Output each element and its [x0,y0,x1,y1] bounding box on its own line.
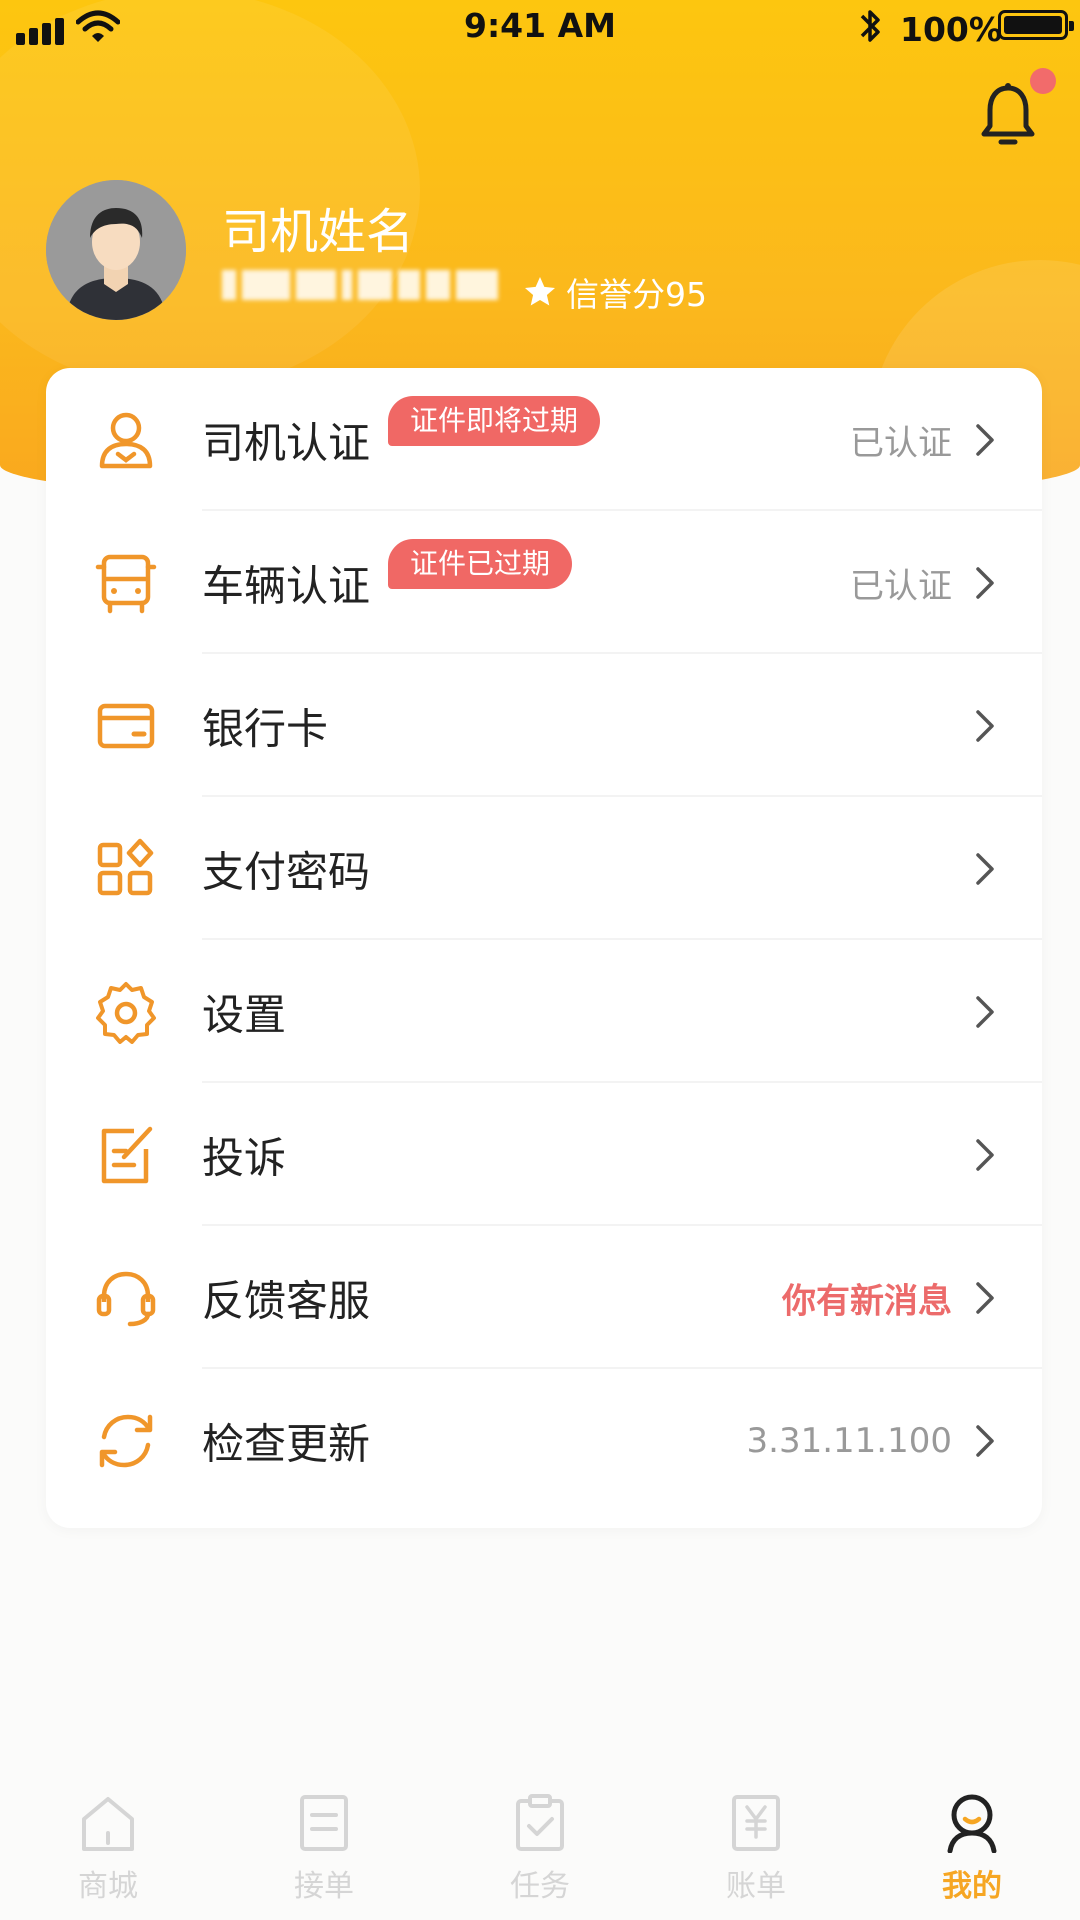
menu-item-driver-certification[interactable]: 司机认证 证件即将过期 已认证 [46,368,1042,511]
chevron-right-icon [976,423,994,456]
tab-label: 账单 [726,1869,786,1904]
tab-label: 商城 [78,1869,138,1904]
refresh-icon [99,1414,153,1467]
expired-badge: 证件已过期 [388,539,573,589]
bell-icon[interactable] [978,80,1038,155]
menu-item-settings[interactable]: 设置 [46,940,1042,1083]
menu-item-complaint[interactable]: 投诉 [46,1083,1042,1226]
new-message-notice: 你有新消息 [782,1281,952,1321]
headset-icon [96,1271,156,1326]
menu-item-vehicle-certification[interactable]: 车辆认证 证件已过期 已认证 [46,511,1042,654]
list-icon [300,1795,348,1851]
notification-dot [1030,68,1056,94]
battery-percent: 100% [900,10,1002,49]
tab-label: 任务 [510,1869,570,1904]
bus-icon [95,554,157,613]
menu-item-customer-service[interactable]: 反馈客服 你有新消息 [46,1226,1042,1369]
bluetooth-icon [860,10,880,42]
menu-item-label: 检查更新 [202,1419,371,1468]
menu-item-label: 支付密码 [202,847,371,896]
tab-tasks[interactable]: 任务 [432,1765,648,1920]
status-bar: 9:41 AM 100% [0,0,1080,56]
star-icon [525,277,555,306]
grid-apps-icon [97,838,154,895]
gear-icon [96,981,156,1044]
battery-icon [998,10,1074,40]
menu-item-label: 司机认证 [202,418,371,467]
tab-label: 接单 [294,1869,354,1904]
menu-item-label: 银行卡 [202,704,329,753]
masked-phone-number [222,270,504,306]
home-icon [82,1797,134,1851]
tab-mine[interactable]: 我的 [864,1765,1080,1920]
credit-score: 信誉分95 [522,268,707,316]
driver-name: 司机姓名 [222,204,415,260]
menu-item-label: 反馈客服 [202,1276,371,1325]
chevron-right-icon [976,1138,994,1171]
menu-item-bank-card[interactable]: 银行卡 [46,654,1042,797]
yuan-bill-icon [732,1795,780,1851]
menu-item-label: 投诉 [202,1133,287,1182]
chevron-right-icon [976,709,994,742]
chevron-right-icon [976,1281,994,1314]
chevron-right-icon [976,1424,994,1457]
tab-bills[interactable]: 账单 [648,1765,864,1920]
chevron-right-icon [976,995,994,1028]
bank-card-icon [97,703,155,748]
edit-note-icon [101,1126,153,1183]
menu-item-label: 设置 [202,990,287,1039]
tab-orders[interactable]: 接单 [216,1765,432,1920]
tab-mall[interactable]: 商城 [0,1765,216,1920]
menu-item-check-update[interactable]: 检查更新 3.31.11.100 [46,1369,1042,1512]
menu-item-value: 已认证 [850,566,952,606]
menu-item-value: 已认证 [850,423,952,463]
expiry-warning-badge: 证件即将过期 [388,396,601,446]
bottom-tab-bar: 商城 接单 任务 账单 我的 [0,1765,1080,1920]
chevron-right-icon [976,852,994,885]
clipboard-check-icon [516,1794,564,1851]
avatar[interactable] [46,180,186,320]
driver-person-icon [99,412,153,468]
user-icon [947,1794,997,1853]
menu-item-payment-password[interactable]: 支付密码 [46,797,1042,940]
tab-label: 我的 [942,1869,1002,1904]
menu-item-label: 车辆认证 [202,561,371,610]
app-version: 3.31.11.100 [746,1420,952,1461]
chevron-right-icon [976,566,994,599]
credit-score-text: 信誉分95 [566,275,707,314]
settings-menu-card: 司机认证 证件即将过期 已认证 车辆认证 证件已过期 已认证 银行卡 支付密码 … [46,368,1042,1528]
